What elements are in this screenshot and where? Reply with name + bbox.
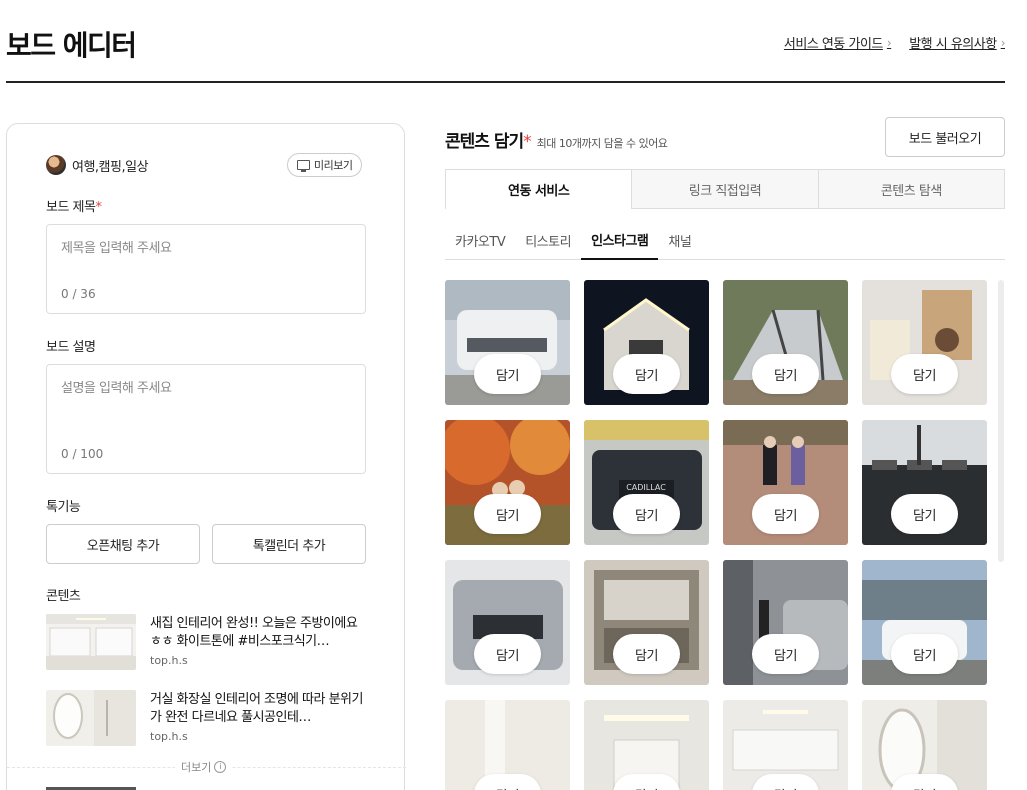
board-title-label-text: 보드 제목 — [46, 200, 96, 215]
pick-button[interactable]: 담기 — [891, 354, 958, 394]
required-mark: * — [523, 132, 531, 152]
instagram-thumbnail[interactable]: 담기 — [723, 280, 848, 405]
preview-label: 미리보기 — [314, 159, 353, 172]
pick-button[interactable]: 담기 — [752, 354, 819, 394]
content-thumbnail — [46, 614, 136, 670]
instagram-thumbnail[interactable]: 담기 — [445, 280, 570, 405]
pick-button[interactable]: 담기 — [613, 354, 680, 394]
board-title-placeholder: 제목을 입력해 주세요 — [61, 241, 172, 256]
instagram-thumbnail[interactable]: CADILLAC 담기 — [584, 420, 709, 545]
instagram-thumbnail[interactable]: 담기 — [862, 700, 987, 790]
pick-button[interactable]: 담기 — [613, 774, 680, 790]
more-button[interactable]: 더보기 i — [175, 759, 233, 775]
grid-scrollbar[interactable] — [998, 280, 1004, 562]
pick-button[interactable]: 담기 — [891, 774, 958, 790]
pick-button[interactable]: 담기 — [474, 354, 541, 394]
source-tabs: 연동 서비스 링크 직접입력 콘텐츠 탐색 — [445, 169, 1005, 209]
monitor-icon — [297, 160, 310, 172]
header-divider — [6, 81, 1005, 83]
board-desc-placeholder: 설명을 입력해 주세요 — [61, 381, 172, 396]
service-tab-tistory[interactable]: 티스토리 — [515, 221, 581, 260]
content-thumbnail — [46, 690, 136, 746]
required-mark: * — [95, 200, 102, 215]
board-desc-count: 0 / 100 — [61, 447, 104, 461]
instagram-thumbnail[interactable]: 담기 — [862, 420, 987, 545]
instagram-thumbnail[interactable]: 담기 — [862, 280, 987, 405]
content-source: top.h.s — [150, 730, 188, 743]
pick-button[interactable]: 담기 — [613, 494, 680, 534]
instagram-thumbnail[interactable]: 담기 — [862, 560, 987, 685]
service-tabs: 카카오TV 티스토리 인스타그램 채널 — [445, 221, 1005, 260]
load-board-button[interactable]: 보드 불러오기 — [885, 117, 1005, 157]
contents-label: 콘텐츠 — [46, 589, 81, 604]
pick-button[interactable]: 담기 — [474, 634, 541, 674]
contents-title-text: 콘텐츠 담기 — [445, 132, 524, 152]
content-item[interactable]: 거실 화장실 인테리어 조명에 따라 분위기가 완전 다르네요 풀시공인테… t… — [46, 690, 366, 750]
pick-button[interactable]: 담기 — [474, 774, 541, 790]
more-label: 더보기 — [181, 761, 212, 774]
tab-linked-service[interactable]: 연동 서비스 — [445, 169, 633, 209]
content-title: 거실 화장실 인테리어 조명에 따라 분위기가 완전 다르네요 풀시공인테… — [150, 691, 368, 727]
pick-button[interactable]: 담기 — [891, 494, 958, 534]
instagram-thumbnail[interactable]: 담기 — [584, 560, 709, 685]
talk-calendar-button[interactable]: 톡캘린더 추가 — [212, 524, 366, 564]
contents-subtitle: 최대 10개까지 담을 수 있어요 — [536, 137, 668, 150]
tab-content-explore[interactable]: 콘텐츠 탐색 — [818, 169, 1005, 209]
instagram-thumbnail[interactable]: 담기 — [445, 700, 570, 790]
chevron-right-icon: › — [1000, 35, 1006, 50]
service-guide-label: 서비스 연동 가이드 — [783, 37, 883, 52]
pick-button[interactable]: 담기 — [891, 634, 958, 674]
content-source: top.h.s — [150, 654, 188, 667]
instagram-thumbnail[interactable]: 담기 — [445, 420, 570, 545]
content-title: 새집 인테리어 완성!! 오늘은 주방이에요 ㅎㅎ 화이트톤에 #비스포크식기… — [150, 615, 368, 651]
content-item[interactable]: 새집 인테리어 완성!! 오늘은 주방이에요 ㅎㅎ 화이트톤에 #비스포크식기…… — [46, 614, 366, 674]
header-links: 서비스 연동 가이드 › 발행 시 유의사항 › — [783, 33, 1006, 53]
preview-button[interactable]: 미리보기 — [287, 153, 363, 177]
publish-notice-link[interactable]: 발행 시 유의사항 › — [909, 33, 1006, 53]
pick-button[interactable]: 담기 — [752, 774, 819, 790]
service-tab-channel[interactable]: 채널 — [658, 221, 701, 260]
board-title-label: 보드 제목* — [46, 196, 102, 215]
instagram-thumbnail[interactable]: 담기 — [584, 280, 709, 405]
instagram-thumbnail[interactable]: 담기 — [723, 420, 848, 545]
pick-button[interactable]: 담기 — [474, 494, 541, 534]
svg-text:CADILLAC: CADILLAC — [626, 483, 666, 492]
service-tab-kakaotv[interactable]: 카카오TV — [445, 221, 515, 260]
service-tab-instagram[interactable]: 인스타그램 — [581, 221, 659, 260]
instagram-thumbnail[interactable]: 담기 — [723, 700, 848, 790]
features-label: 톡기능 — [46, 500, 81, 515]
instagram-thumbnail[interactable]: 담기 — [723, 560, 848, 685]
instagram-thumbnail[interactable]: 담기 — [445, 560, 570, 685]
pick-button[interactable]: 담기 — [613, 634, 680, 674]
tab-direct-link[interactable]: 링크 직접입력 — [632, 169, 819, 209]
profile: 여행,캠핑,일상 — [46, 155, 149, 175]
publish-notice-label: 발행 시 유의사항 — [909, 37, 997, 52]
open-chat-button[interactable]: 오픈채팅 추가 — [46, 524, 200, 564]
page-title: 보드 에디터 — [6, 29, 137, 62]
board-title-count: 0 / 36 — [61, 287, 96, 301]
profile-name: 여행,캠핑,일상 — [72, 159, 149, 175]
instagram-thumbnail[interactable]: 담기 — [584, 700, 709, 790]
info-icon: i — [214, 761, 227, 773]
content-title-text: 거실 화장실 인테리어 조명에 따라 분위기가 완전 다르네요 풀시공인테… — [150, 692, 363, 725]
board-desc-label: 보드 설명 — [46, 340, 96, 355]
avatar — [46, 155, 66, 175]
pick-button[interactable]: 담기 — [752, 634, 819, 674]
board-editor-panel: 여행,캠핑,일상 미리보기 보드 제목* 제목을 입력해 주세요 0 / 36 … — [6, 123, 406, 790]
chevron-right-icon: › — [886, 35, 892, 50]
board-desc-input[interactable]: 설명을 입력해 주세요 0 / 100 — [46, 364, 366, 474]
pick-button[interactable]: 담기 — [752, 494, 819, 534]
contents-section-title: 콘텐츠 담기* 최대 10개까지 담을 수 있어요 — [445, 127, 668, 152]
board-title-input[interactable]: 제목을 입력해 주세요 0 / 36 — [46, 224, 366, 314]
service-guide-link[interactable]: 서비스 연동 가이드 › — [783, 33, 892, 53]
instagram-grid: 담기 담기 담기 담기 담기 CADILLAC 담기 담기 담기 담기 담기 담… — [445, 280, 990, 790]
content-title-text: 새집 인테리어 완성!! 오늘은 주방이에요 ㅎㅎ 화이트톤에 #비스포크식기… — [150, 616, 358, 649]
